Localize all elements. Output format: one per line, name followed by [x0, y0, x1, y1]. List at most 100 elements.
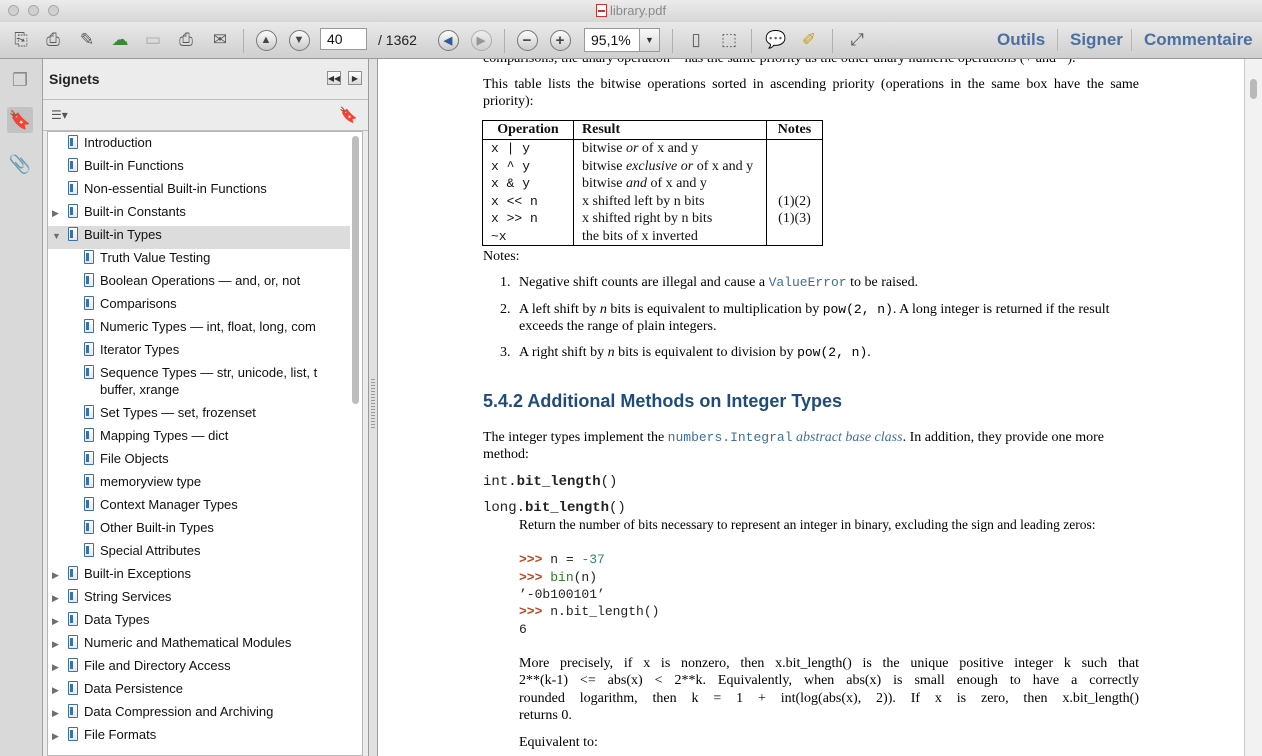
print-icon[interactable]: ⎙: [173, 28, 199, 52]
bookmark-text: Iterator Types: [100, 341, 179, 358]
zoom-dropdown-button[interactable]: ▼: [640, 28, 660, 52]
prompt: >>>: [519, 570, 543, 585]
bookmark-item[interactable]: Iterator Types: [48, 341, 350, 364]
note-var: n: [599, 302, 607, 317]
bookmark-item[interactable]: ▼ Built-in Types: [48, 226, 350, 249]
disclosure-collapsed-icon[interactable]: ▶: [52, 588, 64, 607]
bookmark-item[interactable]: Comparisons: [48, 295, 350, 318]
disclosure-collapsed-icon[interactable]: ▶: [52, 680, 64, 699]
disclosure-expanded-icon[interactable]: ▼: [52, 226, 64, 245]
save-icon[interactable]: ▭: [140, 28, 166, 52]
fit-width-button[interactable]: ⬚: [716, 28, 742, 52]
paragraph-line: returns 0.: [519, 708, 572, 723]
bookmark-icon: [84, 319, 94, 333]
bookmark-item[interactable]: ▶ Built-in Constants: [48, 203, 350, 226]
bookmark-text: File and Directory Access: [84, 657, 231, 674]
bookmark-item[interactable]: Sequence Types — str, unicode, list, t bu…: [48, 364, 350, 404]
zoom-input[interactable]: 95,1%: [584, 28, 640, 52]
forward-arrow-icon: ▶: [470, 29, 492, 51]
menu-sign[interactable]: Signer: [1070, 30, 1123, 50]
bookmark-item[interactable]: Set Types — set, frozenset: [48, 404, 350, 427]
bookmark-text: Built-in Constants: [84, 203, 186, 220]
expand-panel-button[interactable]: ▶: [348, 71, 362, 85]
bookmark-item[interactable]: ▶ Built-in Exceptions: [48, 565, 350, 588]
bookmarks-icon[interactable]: 🔖: [7, 107, 33, 133]
highlight-text-button[interactable]: ✐: [796, 28, 822, 52]
bookmark-item[interactable]: memoryview type: [48, 473, 350, 496]
bookmark-item[interactable]: Truth Value Testing: [48, 249, 350, 272]
bookmark-item[interactable]: Introduction: [48, 134, 350, 157]
bookmark-item[interactable]: ▶ File Formats: [48, 726, 350, 749]
page-thumbnails-icon[interactable]: ❐: [7, 67, 33, 93]
bookmark-item[interactable]: Context Manager Types: [48, 496, 350, 519]
para-text: . In addition, they provide one more: [902, 430, 1104, 445]
disclosure-collapsed-icon[interactable]: ▶: [52, 634, 64, 653]
email-icon[interactable]: ✉: [207, 28, 233, 52]
code-line: >>> n.bit_length(): [519, 604, 659, 619]
note-text: .: [867, 345, 871, 360]
table-row: x & y bitwise and of x and y: [482, 175, 823, 193]
collapse-panel-button[interactable]: ◀◀: [327, 71, 341, 85]
document-scrollbar[interactable]: [1244, 59, 1262, 756]
bookmark-item[interactable]: Boolean Operations — and, or, not: [48, 272, 350, 295]
back-arrow-icon: ◀: [437, 29, 459, 51]
disclosure-collapsed-icon[interactable]: ▶: [52, 203, 64, 222]
bookmark-icon: [84, 250, 94, 264]
bookmark-item[interactable]: ▶ String Services: [48, 588, 350, 611]
comment-button[interactable]: 💬: [763, 28, 789, 52]
disclosure-collapsed-icon[interactable]: ▶: [52, 611, 64, 630]
document-scroll-thumb[interactable]: [1250, 79, 1257, 99]
note-text: A left shift by: [519, 302, 600, 317]
page-number-input[interactable]: 40: [320, 28, 367, 50]
table-row: x | y bitwise or of x and y: [482, 139, 823, 158]
abstract-base-class-link[interactable]: abstract base class: [793, 430, 903, 445]
bookmark-item[interactable]: ▶ File and Directory Access: [48, 657, 350, 680]
edit-pdf-icon[interactable]: ✎: [74, 28, 100, 52]
previous-page-button[interactable]: ▲: [253, 28, 279, 52]
full-screen-button[interactable]: ⤢: [844, 28, 870, 52]
bookmark-item[interactable]: ▶ Data Compression and Archiving: [48, 703, 350, 726]
bookmarks-scrollbar[interactable]: [352, 136, 359, 404]
menu-comment[interactable]: Commentaire: [1144, 30, 1253, 50]
next-view-button[interactable]: ▶: [468, 28, 494, 52]
fit-page-button[interactable]: ▯: [683, 28, 709, 52]
bookmark-item[interactable]: ▶ Data Persistence: [48, 680, 350, 703]
bookmark-item[interactable]: Other Built-in Types: [48, 519, 350, 542]
disclosure-collapsed-icon[interactable]: ▶: [52, 703, 64, 722]
create-pdf-icon[interactable]: ⎘: [8, 28, 34, 52]
numbers-integral-link[interactable]: numbers.Integral: [668, 430, 793, 445]
bookmark-item[interactable]: File Objects: [48, 450, 350, 473]
bookmark-label: Mapping Types — dict: [100, 428, 229, 443]
bookmark-item[interactable]: ▶ Numeric and Mathematical Modules: [48, 634, 350, 657]
note-code: pow(2, n): [822, 302, 893, 317]
bookmark-item[interactable]: Mapping Types — dict: [48, 427, 350, 450]
menu-tools[interactable]: Outils: [997, 30, 1045, 50]
menu-separator: [1057, 29, 1058, 51]
disclosure-collapsed-icon[interactable]: ▶: [52, 565, 64, 584]
zoom-in-button[interactable]: +: [547, 28, 573, 52]
bookmark-item[interactable]: Special Attributes: [48, 542, 350, 565]
disclosure-collapsed-icon[interactable]: ▶: [52, 657, 64, 676]
splitter-grip[interactable]: [371, 379, 375, 429]
zoom-out-button[interactable]: −: [514, 28, 540, 52]
previous-view-button[interactable]: ◀: [435, 28, 461, 52]
paragraph-line: This table lists the bitwise operations …: [483, 77, 1139, 92]
paragraph-line: More precisely, if x is nonzero, then x.…: [519, 656, 1139, 671]
result-text: exclusive or: [625, 158, 694, 174]
new-bookmark-button[interactable]: 🔖: [339, 106, 358, 124]
disclosure-collapsed-icon[interactable]: ▶: [52, 726, 64, 745]
result-text: bitwise: [582, 141, 626, 157]
title-bar: library.pdf: [0, 0, 1262, 23]
bookmark-item[interactable]: ▶ Data Types: [48, 611, 350, 634]
export-pdf-icon[interactable]: ⎙: [40, 28, 66, 52]
bookmark-options-button[interactable]: ☰▾: [51, 108, 68, 122]
attachments-icon[interactable]: 📎: [7, 151, 33, 177]
bookmark-item[interactable]: Non-essential Built-in Functions: [48, 180, 350, 203]
next-page-button[interactable]: ▼: [286, 28, 312, 52]
panel-splitter[interactable]: [369, 59, 378, 756]
value-error-link[interactable]: ValueError: [769, 275, 847, 290]
cloud-upload-icon[interactable]: ☁: [107, 28, 133, 52]
sig-name: bit_length: [516, 474, 601, 490]
bookmark-item[interactable]: Numeric Types — int, float, long, com: [48, 318, 350, 341]
bookmark-item[interactable]: Built-in Functions: [48, 157, 350, 180]
